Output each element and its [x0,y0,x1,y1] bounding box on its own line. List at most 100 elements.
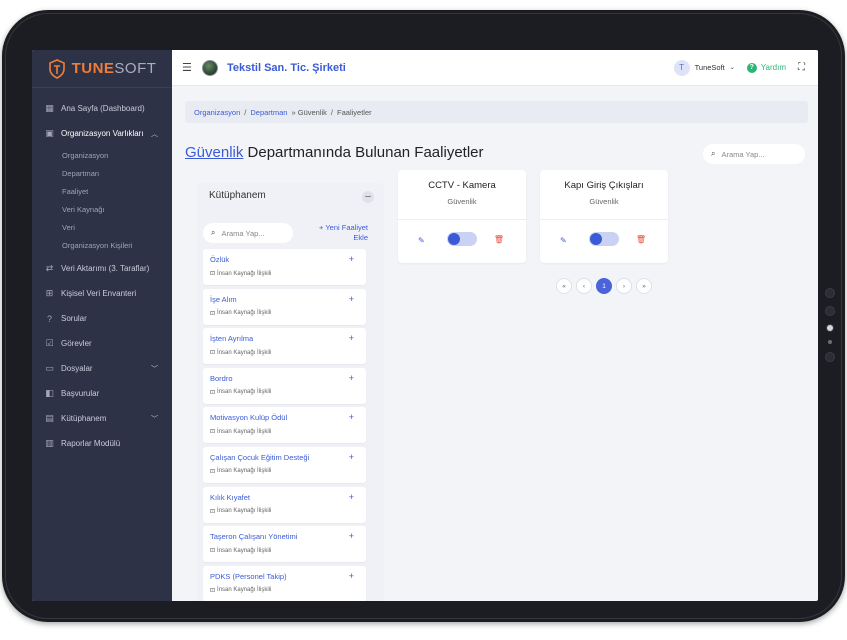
search-icon: ⌕ [211,228,216,237]
brand-logo[interactable]: TUNESOFT [32,50,172,88]
company-name[interactable]: Tekstil San. Tic. Şirketi [227,62,346,74]
question-circle-icon: ? [746,62,757,73]
list-item[interactable]: İşe Alım + ⊡ İnsan Kaynağı İlişkili [203,288,366,325]
divider [540,219,668,220]
tag-icon: ⊡ [210,271,216,277]
library-item-name[interactable]: Bordro [210,374,233,383]
search-placeholder: Arama Yap... [221,228,265,238]
collapse-icon[interactable]: – [362,191,374,203]
list-item[interactable]: Kılık Kıyafet + ⊡ İnsan Kaynağı İlişkili [203,486,366,523]
activity-toggle[interactable] [589,232,619,246]
sidebar-subitem-data[interactable]: Veri [32,218,172,236]
add-activity-button[interactable]: + Yeni Faaliyet Ekle [319,223,368,243]
sidebar-item-questions[interactable]: ? Sorular [32,306,172,331]
plus-icon[interactable]: + [349,531,354,541]
sidebar-item-library[interactable]: ▤ Kütüphanem ﹀ [32,406,172,431]
library-item-tag: ⊡ İnsan Kaynağı İlişkili [210,547,272,555]
plus-icon[interactable]: + [349,492,354,502]
activity-title: CCTV - Kamera [428,180,496,191]
hamburger-menu-icon[interactable]: ☰ [182,61,192,74]
breadcrumb: Organizasyon / Departman » Güvenlik / Fa… [185,101,808,123]
pager-prev[interactable]: ‹ [576,278,592,294]
sidebar-subitem-activity[interactable]: Faaliyet [32,182,172,200]
tag-icon: ⊡ [210,429,216,436]
plus-icon[interactable]: + [349,333,354,343]
trash-icon[interactable]: 🗑 [636,235,646,244]
sidebar-item-applications[interactable]: ◧ Başvurular [32,381,172,406]
sidebar-subitem-data-source[interactable]: Veri Kaynağı [32,200,172,218]
plus-icon[interactable]: + [349,373,354,383]
activity-title: Kapı Giriş Çıkışları [564,180,644,191]
sidebar-item-label: Kişisel Veri Envanteri [61,289,137,298]
help-button[interactable]: ? Yardım [746,62,786,73]
sidebar-item-data-inventory[interactable]: ⊞ Kişisel Veri Envanteri [32,281,172,306]
list-item[interactable]: İşten Ayrılma + ⊡ İnsan Kaynağı İlişkili [203,328,366,365]
department-link[interactable]: Güvenlik [185,144,243,161]
library-search-input[interactable]: ⌕ Arama Yap... [203,223,293,243]
divider [398,219,526,220]
library-item-tag: ⊡ İnsan Kaynağı İlişkili [210,468,272,475]
sidebar-item-organization-assets[interactable]: ▣ Organizasyon Varlıkları ︿ [32,121,172,146]
list-item[interactable]: Çalışan Çocuk Eğitim Desteği + ⊡ İnsan Kayn… [203,446,366,483]
plus-icon[interactable]: + [349,571,354,581]
pager-current[interactable]: 1 [596,278,612,294]
search-icon: ⌕ [711,149,716,158]
library-item-name[interactable]: Kılık Kıyafet [210,493,250,502]
library-item-name[interactable]: İşe Alım [210,295,237,304]
library-item-name[interactable]: Taşeron Çalışanı Yönetimi [210,532,297,541]
edit-icon[interactable]: ✎ [560,236,567,245]
activity-search-input[interactable]: ⌕ Arama Yap... [703,144,805,164]
tag-icon: ⊡ [210,548,216,555]
user-menu[interactable]: T TuneSoft ⌄ [673,59,735,76]
plus-icon[interactable]: + [349,254,354,264]
pager-last[interactable]: » [636,278,652,294]
pager-next[interactable]: › [616,278,632,294]
library-icon: ▤ [45,413,54,423]
list-item[interactable]: Bordro + ⊡ İnsan Kaynağı İlişkili [203,367,366,404]
list-item[interactable]: PDKS (Personel Takip) + ⊡ İnsan Kaynağı İli… [203,565,366,601]
list-item[interactable]: Taşeron Çalışanı Yönetimi + ⊡ İnsan Kaynağı… [203,526,366,563]
activity-toggle[interactable] [447,232,477,246]
search-placeholder: Arama Yap... [721,149,765,159]
table-icon: ⊞ [45,288,54,298]
library-item-name[interactable]: Özlük [210,255,229,264]
library-item-name[interactable]: Çalışan Çocuk Eğitim Desteği [210,453,309,462]
shield-logo-icon [48,58,65,79]
chevron-up-icon: ︿ [151,130,158,138]
transfer-icon: ⇄ [45,263,54,273]
sidebar-item-files[interactable]: ▭ Dosyalar ﹀ [32,356,172,381]
library-item-name[interactable]: PDKS (Personel Takip) [210,572,287,581]
sidebar-item-label: Ana Sayfa (Dashboard) [61,104,145,113]
library-item-name[interactable]: Motivasyon Kulüp Ödül [210,413,287,422]
sidebar-item-data-transfer[interactable]: ⇄ Veri Aktarımı (3. Taraflar) [32,256,172,281]
sidebar-subitem-department[interactable]: Departman [32,164,172,182]
library-item-tag: ⊡ İnsan Kaynağı İlişkili [210,587,272,594]
edit-icon[interactable]: ✎ [418,236,425,245]
chevron-down-icon: ⌄ [729,65,735,71]
plus-icon[interactable]: + [349,412,354,422]
list-item[interactable]: Motivasyon Kulüp Ödül + ⊡ İnsan Kaynağı İli… [203,407,366,444]
list-item[interactable]: Özlük + ⊡ İnsan Kaynağı İlişkili [203,249,366,285]
library-item-name[interactable]: İşten Ayrılma [210,334,253,343]
trash-icon[interactable]: 🗑 [494,235,504,244]
help-label: Yardım [760,63,786,72]
question-icon: ? [46,313,52,324]
header-actions: T TuneSoft ⌄ ? Yardım ⛶ [673,59,818,76]
fullscreen-icon[interactable]: ⛶ [798,62,808,73]
pager-first[interactable]: « [556,278,572,294]
breadcrumb-department[interactable]: Departman [250,108,287,117]
breadcrumb-organization[interactable]: Organizasyon [194,108,240,117]
plus-icon[interactable]: + [349,452,354,462]
brand-name: TUNESOFT [71,60,157,77]
sidebar-subitem-organization[interactable]: Organizasyon [32,146,172,164]
tag-icon: ⊡ [210,587,216,594]
sidebar-item-dashboard[interactable]: ▦ Ana Sayfa (Dashboard) [32,96,172,121]
plus-icon[interactable]: + [349,294,354,304]
tag-icon: ⊡ [210,350,216,357]
building-icon: ▣ [45,128,54,138]
activity-card: CCTV - Kamera Güvenlik ✎ 🗑 [398,170,526,263]
sidebar-subitem-org-people[interactable]: Organizasyon Kişileri [32,236,172,254]
sidebar-item-reports[interactable]: ▥ Raporlar Modülü [32,431,172,456]
breadcrumb-activities: Faaliyetler [337,107,372,117]
sidebar-item-tasks[interactable]: ☑ Görevler [32,331,172,356]
